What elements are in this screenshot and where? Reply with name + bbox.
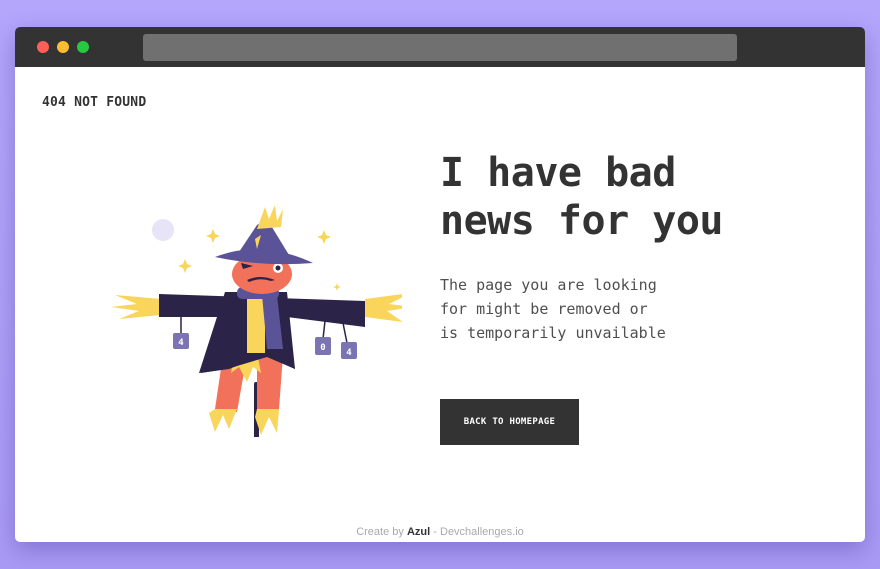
scarecrow-shirt (247, 295, 265, 353)
footer-author-link[interactable]: Azul (407, 526, 430, 538)
can-label: 4 (178, 338, 184, 348)
close-window-button[interactable] (37, 41, 49, 53)
error-message: The page you are looking for might be re… (440, 273, 740, 345)
message-line: The page you are looking (440, 276, 657, 294)
moon-circle (152, 219, 174, 241)
footer-separator: - (433, 526, 437, 538)
minimize-window-button[interactable] (57, 41, 69, 53)
headline-line: I have bad (440, 150, 676, 196)
browser-window: 404 NOT FOUND 4 0 4 I have bad news for … (15, 27, 865, 542)
can-label: 0 (320, 343, 325, 353)
page-footer: Create by Azul - Devchallenges.io (15, 526, 865, 538)
headline-line: news for you (440, 198, 723, 244)
zoom-window-button[interactable] (77, 41, 89, 53)
address-bar[interactable] (143, 34, 737, 61)
site-brand[interactable]: 404 NOT FOUND (42, 95, 146, 110)
footer-site-link[interactable]: Devchallenges.io (440, 526, 524, 538)
page-headline: I have bad news for you (440, 149, 840, 245)
browser-titlebar (15, 27, 865, 67)
scarecrow-illustration: 4 0 4 (111, 205, 402, 437)
can-label: 4 (346, 348, 352, 358)
message-line: for might be removed or (440, 300, 648, 318)
back-to-homepage-button[interactable]: BACK TO HOMEPAGE (440, 399, 579, 445)
scarecrow-hat (215, 205, 313, 265)
message-line: is temporarily unvailable (440, 324, 666, 342)
footer-prefix: Create by (356, 526, 404, 538)
